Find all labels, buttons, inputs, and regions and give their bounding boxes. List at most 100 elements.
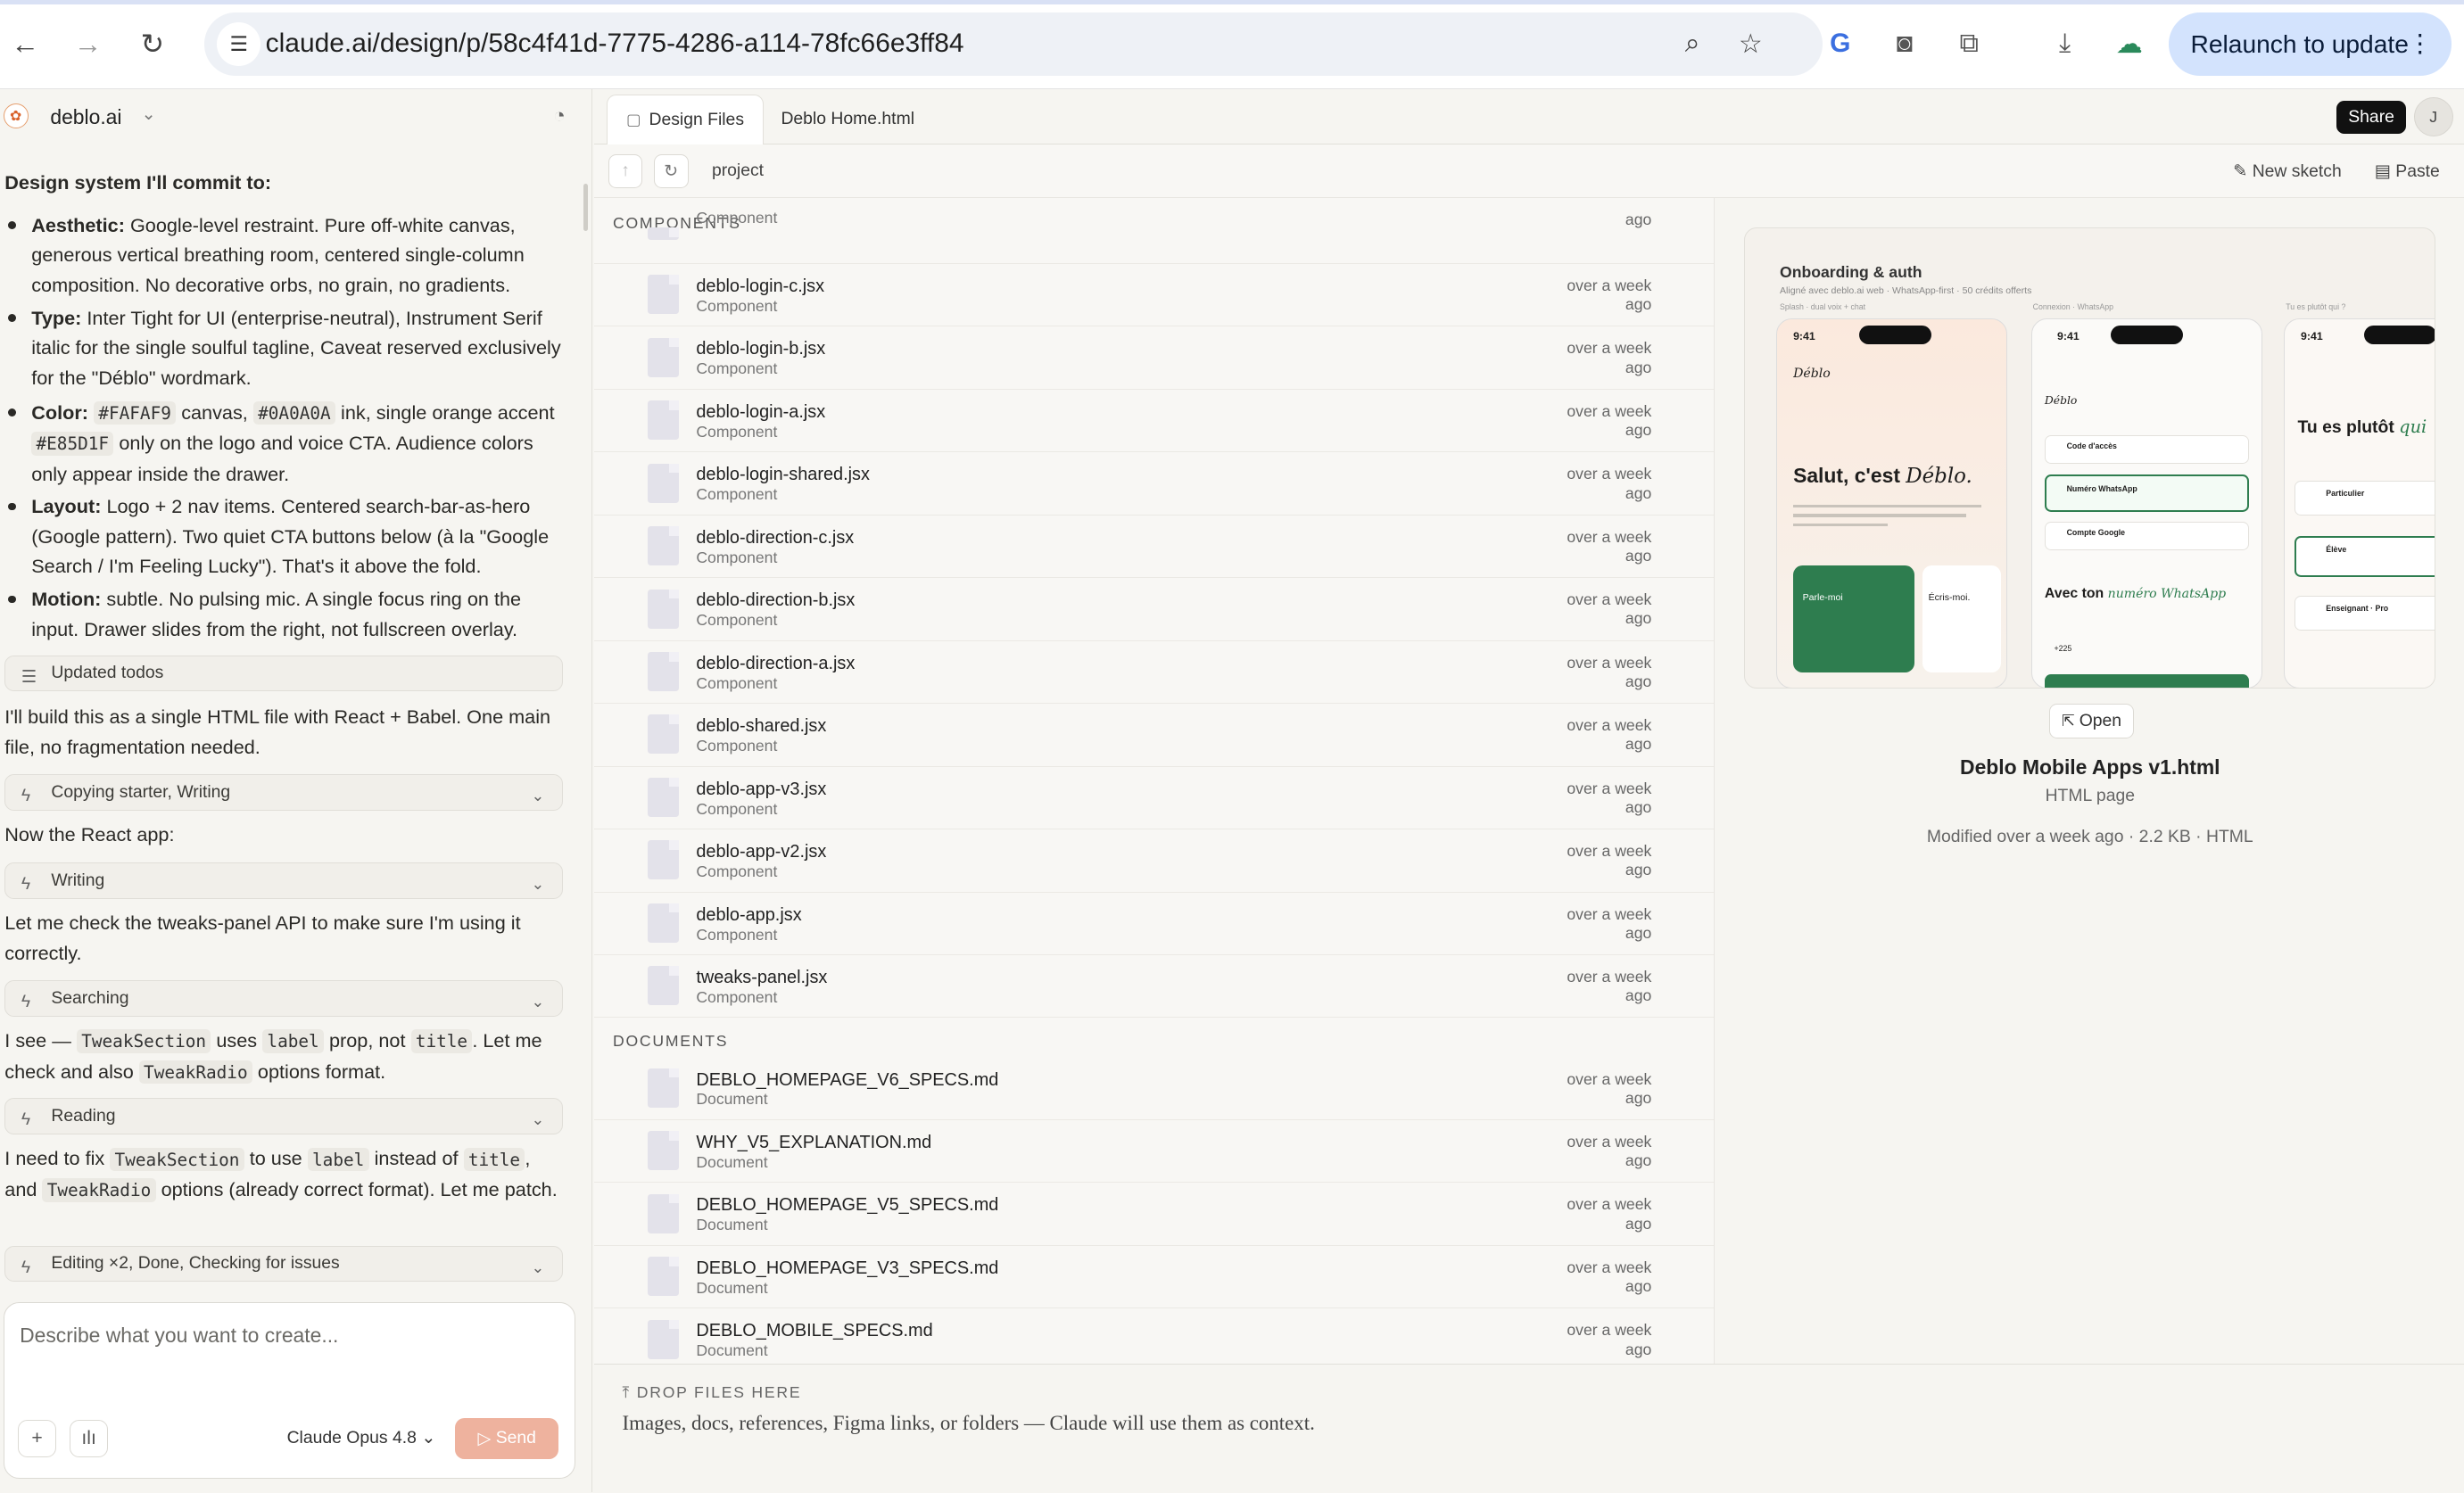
chat-transcript: Design system I'll commit to: Aesthetic:… — [0, 168, 582, 1299]
paste-button[interactable]: ▤ Paste — [2375, 161, 2440, 182]
file-icon — [647, 275, 679, 315]
file-name[interactable]: deblo-direction-a.jsx — [696, 654, 855, 674]
voice-waveform-icon[interactable]: ılı — [70, 1419, 108, 1457]
inline-code: TweakSection — [110, 1147, 244, 1172]
file-type: Component — [696, 987, 778, 1006]
project-name[interactable]: deblo.ai — [50, 105, 121, 129]
notification-icon[interactable]: ◔ — [553, 103, 566, 128]
chat-scrollbar[interactable] — [583, 184, 588, 231]
file-name[interactable]: deblo-app.jsx — [696, 905, 801, 926]
url-text[interactable]: claude.ai/design/p/58c4f41d-7775-4286-a1… — [266, 29, 964, 59]
file-name[interactable]: deblo-app-v2.jsx — [696, 842, 826, 862]
tab-design-files[interactable]: ▢ Design Files — [606, 94, 765, 145]
file-name[interactable]: deblo-shared.jsx — [696, 716, 826, 737]
file-name[interactable]: deblo-login-shared.jsx — [696, 465, 870, 485]
chevron-down-icon[interactable]: ⌄ — [531, 781, 544, 811]
table-row[interactable]: deblo-app-v2.jsx Component over a week ago — [593, 829, 1714, 893]
bookmark-star-icon[interactable]: ☆ — [1732, 25, 1769, 62]
translate-icon[interactable]: G — [1822, 25, 1859, 62]
file-name[interactable]: deblo-login-c.jsx — [696, 276, 824, 297]
table-row[interactable]: DEBLO_HOMEPAGE_V3_SPECS.md Document over a… — [593, 1246, 1714, 1309]
chevron-down-icon[interactable]: ⌄ — [531, 987, 544, 1017]
phone-connexion: 9:41 Déblo Code d'accès Numéro WhatsApp … — [2030, 318, 2262, 688]
file-icon — [647, 1257, 679, 1297]
reload-icon[interactable]: ↻ — [134, 25, 171, 62]
file-name[interactable]: DEBLO_HOMEPAGE_V5_SPECS.md — [696, 1195, 998, 1216]
tool-call-searching[interactable]: ϟ Searching ⌄ — [4, 980, 563, 1017]
bullet-text: subtle. No pulsing mic. A single focus r… — [31, 588, 522, 640]
model-selector[interactable]: Claude Opus 4.8 ⌄ — [287, 1427, 436, 1448]
table-row[interactable]: deblo-direction-a.jsx Component over a wee… — [593, 641, 1714, 705]
table-row[interactable]: deblo-direction-b.jsx Component over a wee… — [593, 578, 1714, 641]
tool-call-reading[interactable]: ϟ Reading ⌄ — [4, 1098, 563, 1134]
chevron-down-icon[interactable]: ⌄ — [531, 1253, 544, 1283]
bolt-icon: ϟ — [21, 992, 31, 1012]
table-row[interactable]: deblo-login-b.jsx Component over a week ago — [593, 326, 1714, 390]
file-date-line: over a week — [1567, 276, 1652, 294]
table-row[interactable]: tweaks-panel.jsx Component over a week ago — [593, 955, 1714, 1019]
file-name[interactable]: deblo-app-v3.jsx — [696, 779, 826, 800]
table-row[interactable]: deblo-shared.jsx Component over a week ago — [593, 704, 1714, 767]
file-name[interactable]: deblo-direction-c.jsx — [696, 528, 854, 549]
table-row[interactable]: deblo-app-v3.jsx Component over a week ago — [593, 767, 1714, 830]
avatar[interactable]: J — [2413, 97, 2453, 137]
file-date-line: ago — [1625, 1277, 1652, 1296]
table-row[interactable]: DEBLO_HOMEPAGE_V6_SPECS.md Document over a… — [593, 1057, 1714, 1120]
file-name[interactable]: WHY_V5_EXPLANATION.md — [696, 1133, 931, 1153]
back-arrow-icon[interactable]: ← — [6, 25, 44, 62]
table-row[interactable]: deblo-login-a.jsx Component over a week ago — [593, 390, 1714, 453]
new-sketch-button[interactable]: ✎ New sketch — [2233, 161, 2342, 182]
refresh-icon[interactable]: ↻ — [653, 153, 689, 189]
bullet-aesthetic: Aesthetic: Google-level restraint. Pure … — [7, 210, 562, 300]
file-name[interactable]: DEBLO_MOBILE_SPECS.md — [696, 1321, 932, 1341]
file-tabs: ▢ Design Files Deblo Home.html — [593, 89, 2464, 145]
zoom-icon[interactable]: ⌕ — [1674, 25, 1711, 62]
open-button[interactable]: ⇱ Open — [2048, 704, 2135, 738]
file-name[interactable]: deblo-direction-b.jsx — [696, 590, 855, 611]
chevron-down-icon[interactable]: ⌄ — [531, 870, 544, 899]
tab-deblo-home[interactable]: Deblo Home.html — [762, 95, 933, 144]
table-row[interactable]: deblo-direction-c.jsx Component over a wee… — [593, 516, 1714, 579]
table-row[interactable]: DEBLO_HOMEPAGE_V5_SPECS.md Document over a… — [593, 1183, 1714, 1246]
file-name[interactable]: deblo-login-a.jsx — [696, 402, 825, 423]
tool-call-writing[interactable]: ϟ Copying starter, Writing ⌄ — [4, 774, 563, 811]
add-attachment-icon[interactable]: + — [18, 1419, 56, 1457]
table-row[interactable]: deblo-login-shared.jsx Component over a we… — [593, 452, 1714, 516]
share-button[interactable]: Share — [2336, 100, 2406, 134]
file-date-line: over a week — [1567, 653, 1652, 672]
relaunch-button[interactable]: Relaunch to update ⋮ — [2168, 12, 2452, 76]
breadcrumb[interactable]: project — [712, 161, 764, 181]
table-row[interactable]: DEBLO_MOBILE_SPECS.md Document over a week… — [594, 1308, 1714, 1364]
table-row[interactable]: deblo-login-c.jsx Component over a week ago — [593, 264, 1714, 327]
inline-code: title — [410, 1029, 473, 1053]
tool-call-editing[interactable]: ϟ Editing ×2, Done, Checking for issues ⌄ — [4, 1245, 563, 1283]
send-button[interactable]: ▷ Send — [455, 1417, 559, 1459]
file-name[interactable]: DEBLO_HOMEPAGE_V6_SPECS.md — [696, 1070, 998, 1091]
table-row[interactable]: WHY_V5_EXPLANATION.md Document over a week… — [593, 1120, 1714, 1184]
table-row[interactable]: Component ago — [593, 198, 1714, 264]
thumb-subtitle: Aligné avec deblo.ai web · WhatsApp-firs… — [1780, 285, 2032, 296]
model-name: Claude Opus 4.8 — [286, 1428, 417, 1448]
composer-input[interactable]: Describe what you want to create... — [20, 1324, 338, 1348]
forward-arrow-icon[interactable]: → — [70, 25, 107, 62]
camera-icon[interactable]: ◙ — [1886, 25, 1923, 62]
thumb-col-label: Connexion · WhatsApp — [2032, 302, 2114, 312]
profile-extension-icon[interactable]: ☁ — [2111, 25, 2148, 62]
chevron-down-icon[interactable]: ⌄ — [531, 1105, 544, 1134]
file-name[interactable]: DEBLO_HOMEPAGE_V3_SPECS.md — [696, 1258, 998, 1279]
table-row[interactable]: deblo-app.jsx Component over a week ago — [593, 893, 1714, 955]
up-arrow-icon[interactable]: ↑ — [608, 153, 643, 189]
download-icon[interactable]: ⤓ — [2046, 25, 2083, 62]
bullet-label: Motion: — [31, 588, 102, 611]
file-name[interactable]: tweaks-panel.jsx — [696, 968, 827, 988]
site-info-icon[interactable]: ☰ — [217, 21, 261, 66]
menu-dots-icon[interactable]: ⋮ — [2408, 29, 2433, 58]
tool-call-todos[interactable]: ☰ Updated todos — [4, 655, 563, 692]
extensions-puzzle-icon[interactable]: ⧉ — [1950, 25, 1988, 62]
address-bar[interactable]: ☰ claude.ai/design/p/58c4f41d-7775-4286-… — [203, 12, 1823, 76]
tool-call-writing-2[interactable]: ϟ Writing ⌄ — [4, 862, 563, 899]
drop-zone[interactable]: ⤒ DROP FILES HERE Images, docs, referenc… — [593, 1363, 2464, 1493]
file-name[interactable]: deblo-login-b.jsx — [696, 339, 825, 359]
chevron-down-icon[interactable]: ⌄ — [142, 103, 156, 125]
preview-thumbnail[interactable]: Onboarding & auth Aligné avec deblo.ai w… — [1744, 227, 2436, 689]
